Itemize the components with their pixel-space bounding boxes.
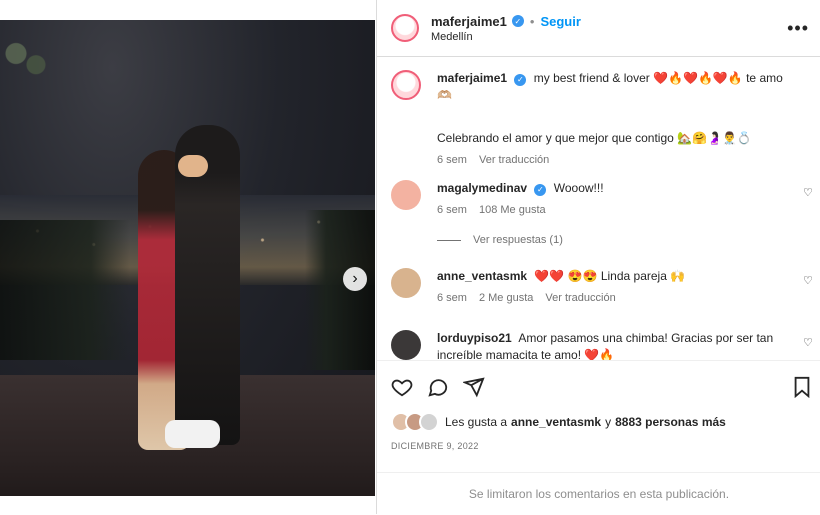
author-info: maferjaime1 ✓ • Seguir Medellín	[431, 14, 581, 43]
likes-others-link[interactable]: 8883 personas más	[615, 415, 726, 429]
caption-second-line: Celebrando el amor y que mejor que conti…	[437, 131, 752, 145]
comment-like-heart-icon[interactable]: ♡	[803, 336, 813, 349]
post-header: maferjaime1 ✓ • Seguir Medellín •••	[377, 0, 820, 57]
paper-plane-icon[interactable]	[461, 374, 487, 400]
embrace-hands	[178, 155, 208, 177]
action-bar	[377, 368, 820, 406]
comment-username[interactable]: lorduypiso21	[437, 331, 512, 345]
view-replies-label: Ver respuestas (1)	[473, 234, 563, 246]
couple-figure	[130, 115, 250, 455]
view-replies-button[interactable]: Ver respuestas (1)	[437, 234, 563, 246]
liker-avatar	[419, 412, 439, 432]
comment-body: lorduypiso21 Amor pasamos una chimba! Gr…	[437, 330, 797, 360]
comment-meta: 6 sem 108 Me gusta	[437, 202, 797, 219]
post-location[interactable]: Medellín	[431, 31, 581, 43]
post-modal: › maferjaime1 ✓ • Seguir Medellín ••• ma…	[0, 0, 820, 514]
heart-outline-icon[interactable]	[389, 374, 415, 400]
comment-text: Wooow!!!	[553, 181, 604, 195]
likes-summary: Les gusta a anne_ventasmk y 8883 persona…	[391, 412, 726, 432]
comment-meta: 6 sem 2 Me gusta Ver traducción	[437, 290, 797, 307]
comment-body: magalymedinav ✓ Wooow!!! 6 sem 108 Me gu…	[437, 180, 797, 219]
comments-limited-notice: Se limitaron los comentarios en esta pub…	[377, 472, 820, 515]
header-separator: •	[529, 13, 535, 29]
comment-avatar[interactable]	[391, 180, 421, 210]
author-avatar[interactable]	[391, 14, 419, 42]
author-username[interactable]: maferjaime1	[431, 14, 507, 29]
comment-username[interactable]: magalymedinav	[437, 181, 527, 195]
replies-divider	[437, 239, 461, 241]
comment-likes[interactable]: 2 Me gusta	[479, 290, 533, 307]
comment-likes[interactable]: 108 Me gusta	[479, 202, 546, 219]
comment-bubble-icon[interactable]	[425, 374, 451, 400]
comment-avatar[interactable]	[391, 330, 421, 360]
post-sidebar: maferjaime1 ✓ • Seguir Medellín ••• mafe…	[376, 0, 820, 514]
chevron-right-icon: ›	[352, 270, 358, 287]
white-sneakers	[165, 420, 220, 448]
trees-right	[305, 210, 375, 370]
comment-like-heart-icon[interactable]: ♡	[803, 186, 813, 199]
caption-avatar[interactable]	[391, 70, 421, 100]
likes-joiner: y	[605, 415, 612, 429]
carousel-next-button[interactable]: ›	[343, 267, 367, 291]
caption-time[interactable]: 6 sem	[437, 152, 467, 169]
comment-username[interactable]: anne_ventasmk	[437, 269, 527, 283]
comment-time[interactable]: 6 sem	[437, 290, 467, 307]
comment-text: ❤️❤️ 😍😍 Linda pareja 🙌	[534, 269, 686, 283]
caption-body: maferjaime1 ✓ my best friend & lover ❤️🔥…	[437, 70, 797, 169]
verified-badge-icon: ✓	[511, 15, 524, 27]
verified-badge-icon: ✓	[534, 183, 547, 196]
likes-user-link[interactable]: anne_ventasmk	[511, 415, 601, 429]
comment-body: anne_ventasmk ❤️❤️ 😍😍 Linda pareja 🙌 6 s…	[437, 268, 797, 307]
caption-translate-button[interactable]: Ver traducción	[479, 152, 549, 169]
more-options-icon[interactable]: •••	[787, 18, 809, 39]
comments-list[interactable]: maferjaime1 ✓ my best friend & lover ❤️🔥…	[377, 56, 820, 361]
liker-avatars[interactable]	[391, 412, 439, 432]
caption-meta: 6 sem Ver traducción	[437, 152, 797, 169]
comment-translate-button[interactable]: Ver traducción	[545, 290, 615, 307]
post-date: DICIEMBRE 9, 2022	[391, 441, 479, 451]
post-image[interactable]: ›	[0, 20, 375, 496]
verified-badge-icon: ✓	[514, 73, 527, 86]
likes-prefix: Les gusta a	[445, 415, 508, 429]
follow-button[interactable]: Seguir	[540, 14, 580, 29]
comment-time[interactable]: 6 sem	[437, 202, 467, 219]
tree-branch	[0, 40, 80, 85]
comment-like-heart-icon[interactable]: ♡	[803, 274, 813, 287]
comment-avatar[interactable]	[391, 268, 421, 298]
caption-username[interactable]: maferjaime1	[437, 71, 507, 85]
bookmark-icon[interactable]	[789, 374, 815, 400]
trees-left	[0, 220, 130, 360]
